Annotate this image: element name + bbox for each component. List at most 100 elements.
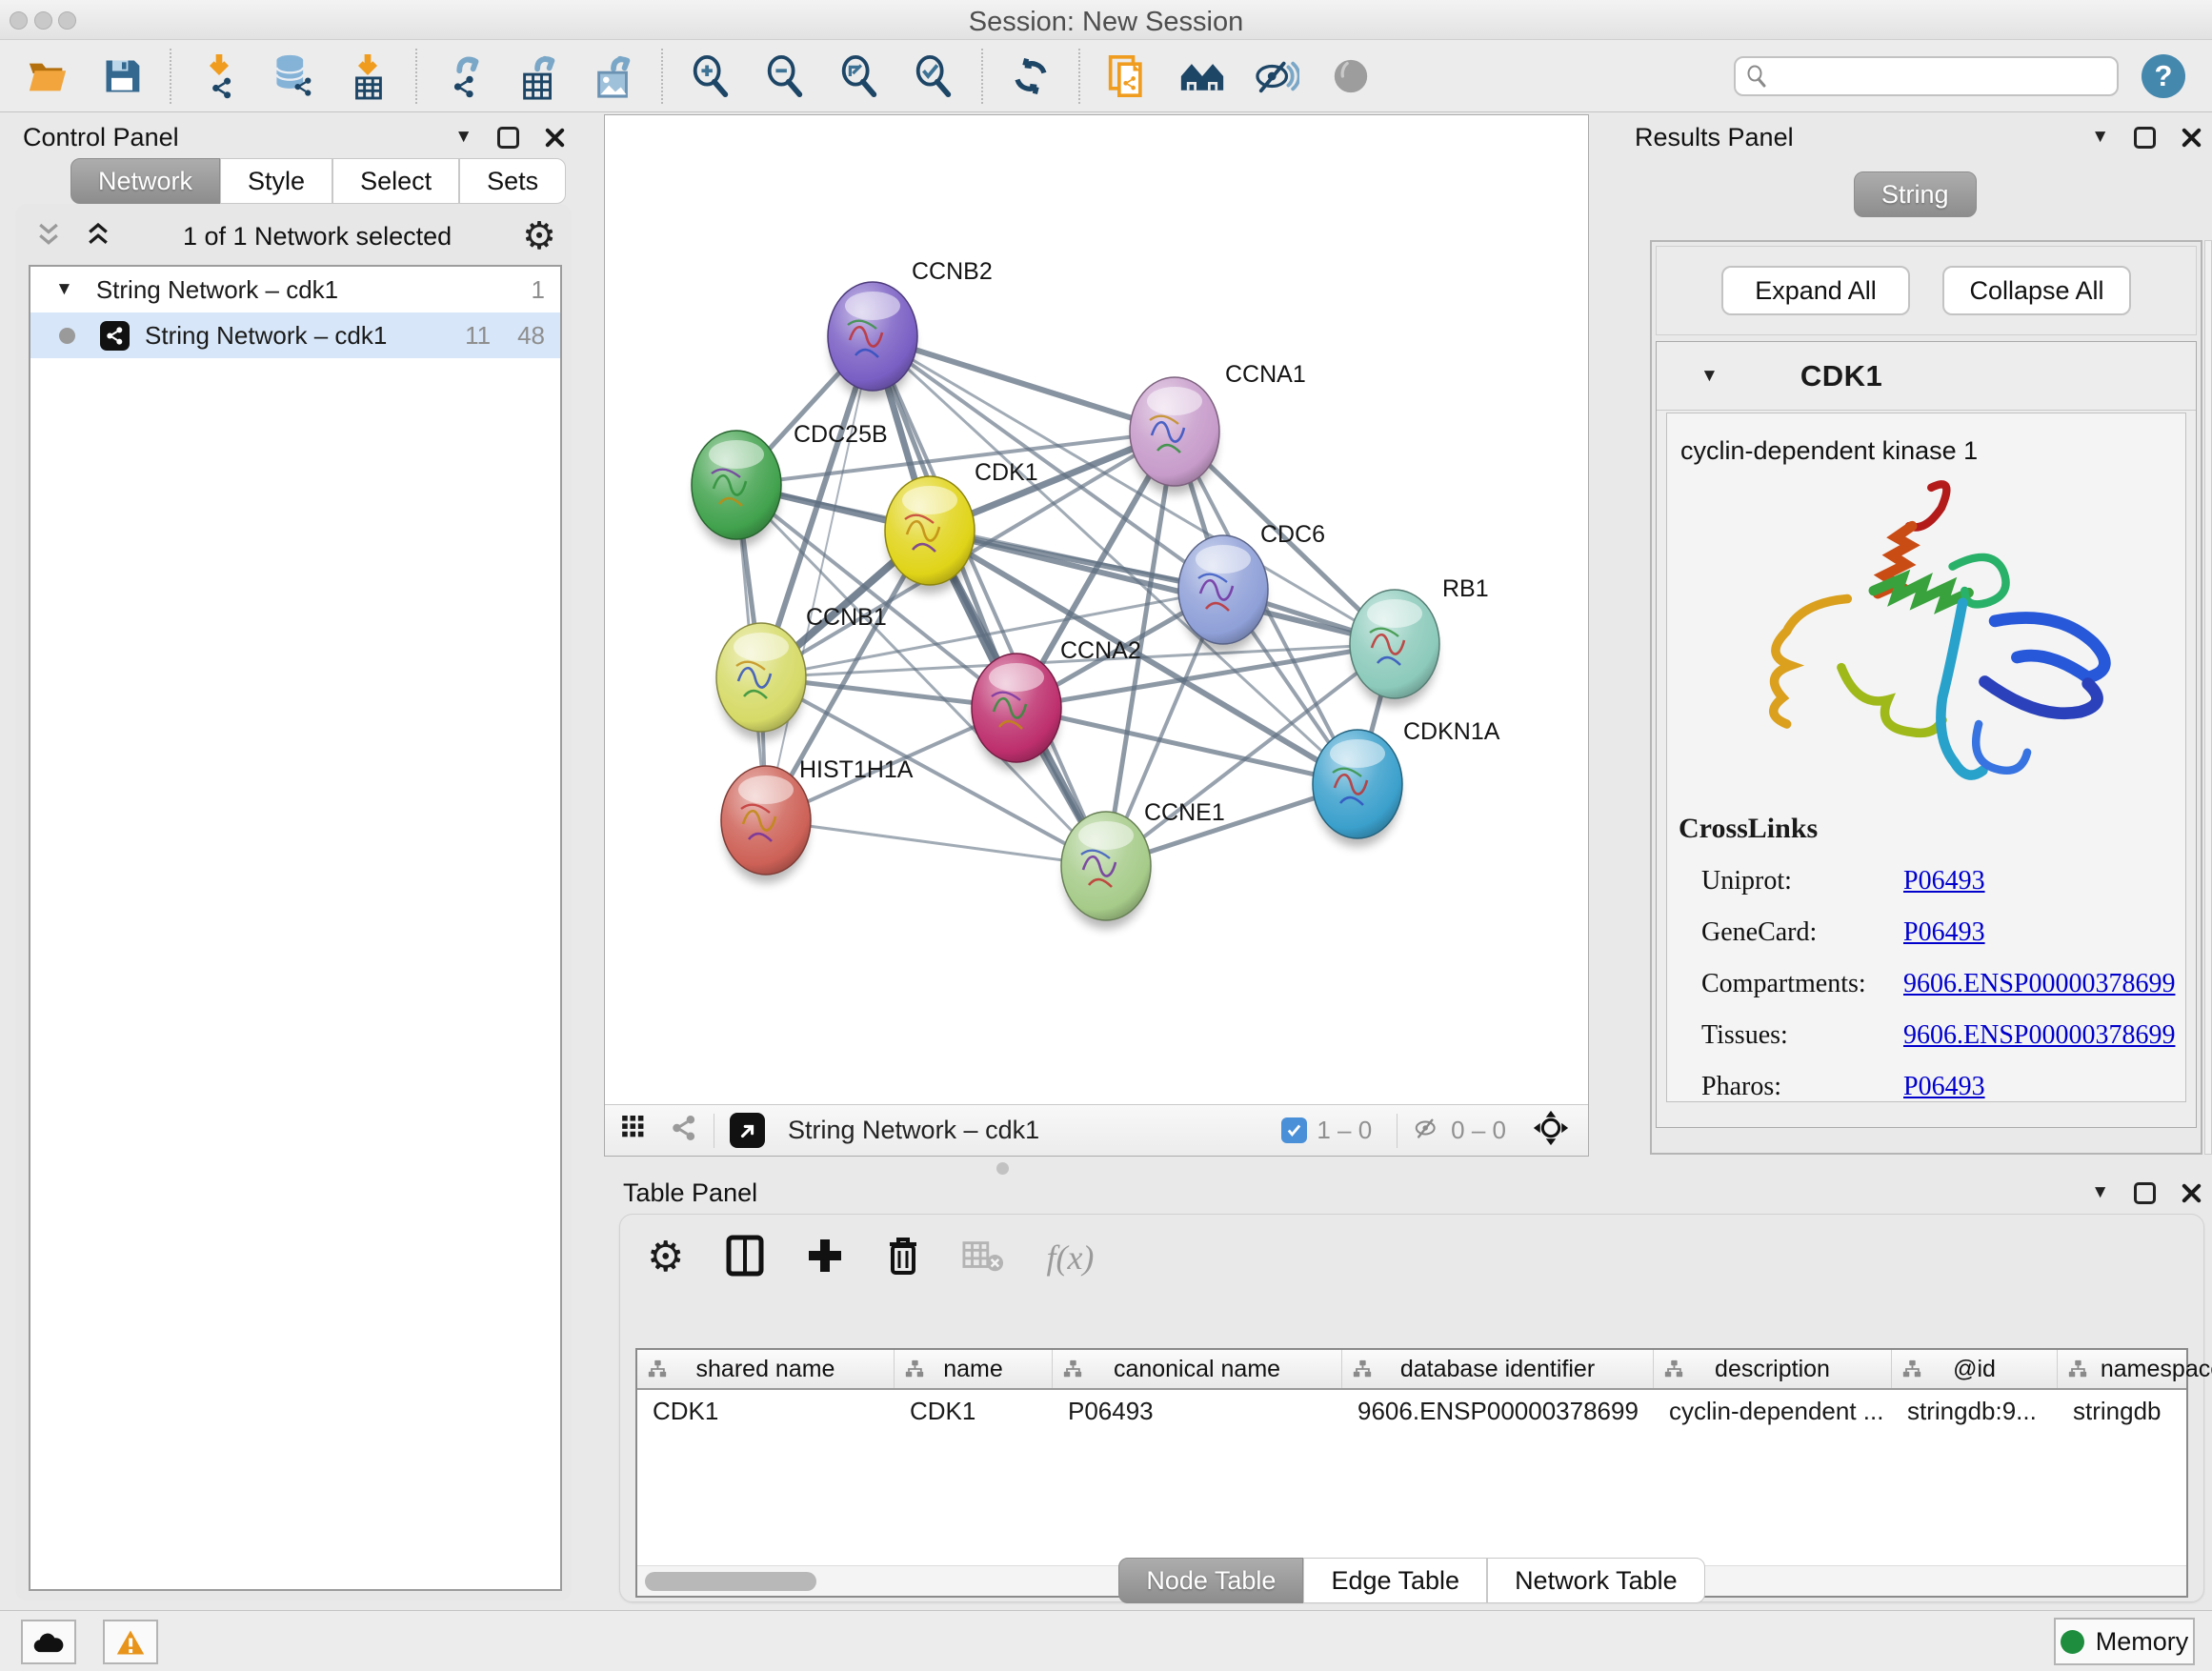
network-edge[interactable] xyxy=(766,820,1106,866)
panel-menu-icon[interactable]: ▼ xyxy=(2091,1182,2109,1203)
import-network-from-file-button[interactable] xyxy=(196,53,242,99)
network-node-CDKN1A[interactable] xyxy=(1313,730,1402,847)
network-edge[interactable] xyxy=(1016,708,1357,784)
network-node-CCNB1[interactable] xyxy=(716,623,806,740)
table-cell[interactable]: stringdb xyxy=(2058,1390,2212,1432)
results-scrollbar[interactable] xyxy=(2204,240,2212,1155)
network-node-CCNB2[interactable] xyxy=(828,282,917,399)
collapse-all-button[interactable]: Collapse All xyxy=(1942,266,2131,315)
show-columns-icon[interactable] xyxy=(726,1235,764,1281)
network-options-gear-icon[interactable]: ⚙ xyxy=(522,217,556,255)
tab-sets[interactable]: Sets xyxy=(459,158,566,204)
collection-expander-icon[interactable]: ▼ xyxy=(55,279,73,300)
network-node-CDC25B[interactable] xyxy=(692,431,781,548)
network-node-CDK1[interactable] xyxy=(885,476,975,594)
network-node-CCNE1[interactable] xyxy=(1061,812,1151,929)
network-node-HIST1H1A[interactable] xyxy=(721,766,811,883)
add-column-icon[interactable] xyxy=(806,1237,844,1279)
column-header-namespace[interactable]: namespace xyxy=(2058,1350,2212,1388)
network-collection-row[interactable]: ▼ String Network – cdk1 1 xyxy=(30,267,560,312)
zoom-out-button[interactable] xyxy=(762,53,808,99)
table-cell[interactable]: CDK1 xyxy=(637,1390,895,1432)
network-node-CCNA1[interactable] xyxy=(1130,377,1219,494)
fit-content-crosshair-icon[interactable] xyxy=(1533,1110,1569,1151)
network-row-selected[interactable]: String Network – cdk1 11 48 xyxy=(30,312,560,358)
panel-float-icon[interactable] xyxy=(497,127,519,149)
column-header-shared-name[interactable]: shared name xyxy=(637,1350,895,1388)
export-network-button[interactable] xyxy=(442,53,488,99)
open-session-button[interactable] xyxy=(25,53,70,99)
crosslink-value-link[interactable]: 9606.ENSP00000378699 xyxy=(1903,1020,2175,1051)
expand-all-button[interactable]: Expand All xyxy=(1721,266,1910,315)
import-table-from-file-button[interactable] xyxy=(345,53,391,99)
table-cell[interactable]: cyclin-dependent ... xyxy=(1654,1390,1892,1432)
save-session-button[interactable] xyxy=(99,53,145,99)
tab-select[interactable]: Select xyxy=(332,158,459,204)
hidden-eye-icon[interactable] xyxy=(1413,1116,1441,1145)
crosslink-value-link[interactable]: P06493 xyxy=(1903,866,1985,896)
tab-string[interactable]: String xyxy=(1854,171,1977,217)
network-edge[interactable] xyxy=(873,336,1175,432)
table-cell[interactable]: CDK1 xyxy=(895,1390,1053,1432)
tab-network-table[interactable]: Network Table xyxy=(1487,1558,1705,1603)
collapse-all-networks-icon[interactable] xyxy=(34,220,63,253)
network-node-CCNA2[interactable] xyxy=(972,654,1061,771)
network-node-CDC6[interactable] xyxy=(1178,535,1268,653)
network-node-RB1[interactable] xyxy=(1350,590,1439,707)
table-cell[interactable]: 9606.ENSP00000378699 xyxy=(1342,1390,1654,1432)
search-bar[interactable] xyxy=(1734,56,2119,96)
panel-float-icon[interactable] xyxy=(2134,127,2156,149)
birds-eye-view-icon[interactable] xyxy=(622,1116,651,1145)
zoom-in-button[interactable] xyxy=(688,53,734,99)
panel-menu-icon[interactable]: ▼ xyxy=(2091,127,2109,148)
crosslink-value-link[interactable]: 9606.ENSP00000378699 xyxy=(1903,969,2175,999)
export-image-button[interactable] xyxy=(591,53,636,99)
panel-close-icon[interactable] xyxy=(2181,127,2202,149)
tab-edge-table[interactable]: Edge Table xyxy=(1303,1558,1487,1603)
hide-enrichment-button[interactable] xyxy=(1254,53,1299,99)
crosslink-value-link[interactable]: P06493 xyxy=(1903,917,1985,948)
column-header-database-identifier[interactable]: database identifier xyxy=(1342,1350,1654,1388)
function-builder-icon[interactable]: f(x) xyxy=(1046,1238,1094,1278)
column-header--id[interactable]: @id xyxy=(1892,1350,2058,1388)
zoom-selected-button[interactable] xyxy=(911,53,956,99)
tab-network[interactable]: Network xyxy=(70,158,220,204)
help-button[interactable]: ? xyxy=(2142,54,2185,98)
refresh-view-button[interactable] xyxy=(1008,53,1054,99)
delete-column-trash-icon[interactable] xyxy=(886,1235,920,1281)
string-home-button[interactable] xyxy=(1179,53,1225,99)
cloud-status-button[interactable] xyxy=(21,1620,76,1664)
tab-node-table[interactable]: Node Table xyxy=(1118,1558,1303,1603)
network-graph[interactable]: CCNB2CCNA1CDC25BCDK1CDC6RB1CCNB1CCNA2HIS… xyxy=(605,115,1588,1104)
import-network-from-database-button[interactable] xyxy=(271,53,316,99)
selected-nodes-checkbox[interactable] xyxy=(1281,1117,1307,1143)
delete-table-icon[interactable] xyxy=(962,1238,1004,1278)
crosslink-value-link[interactable]: P06493 xyxy=(1903,1072,1985,1102)
memory-button[interactable]: Memory xyxy=(2054,1618,2195,1665)
section-expander-icon[interactable]: ▼ xyxy=(1700,366,1719,387)
zoom-fit-button[interactable] xyxy=(836,53,882,99)
panel-close-icon[interactable] xyxy=(2181,1182,2202,1204)
network-share-icon[interactable] xyxy=(670,1114,698,1147)
open-in-new-window-icon[interactable] xyxy=(730,1113,765,1148)
expand-all-networks-icon[interactable] xyxy=(84,220,112,253)
search-input[interactable] xyxy=(1776,61,2107,91)
panel-close-icon[interactable] xyxy=(544,127,566,149)
network-canvas[interactable]: CCNB2CCNA1CDC25BCDK1CDC6RB1CCNB1CCNA2HIS… xyxy=(604,114,1589,1157)
inspector-button[interactable] xyxy=(1328,53,1374,99)
panel-float-icon[interactable] xyxy=(2134,1182,2156,1204)
table-cell[interactable]: stringdb:9... xyxy=(1892,1390,2058,1432)
column-header-description[interactable]: description xyxy=(1654,1350,1892,1388)
tab-style[interactable]: Style xyxy=(220,158,332,204)
gene-section-header[interactable]: ▼ CDK1 xyxy=(1657,342,2196,411)
column-header-name[interactable]: name xyxy=(895,1350,1053,1388)
table-options-gear-icon[interactable]: ⚙ xyxy=(647,1237,684,1278)
network-edge[interactable] xyxy=(873,336,1106,866)
copy-network-button[interactable] xyxy=(1105,53,1151,99)
table-data-row[interactable]: CDK1CDK1P064939606.ENSP00000378699cyclin… xyxy=(637,1390,2186,1432)
panel-menu-icon[interactable]: ▼ xyxy=(454,127,473,148)
warnings-button[interactable] xyxy=(103,1620,158,1664)
export-table-button[interactable] xyxy=(516,53,562,99)
column-header-canonical-name[interactable]: canonical name xyxy=(1053,1350,1342,1388)
table-cell[interactable]: P06493 xyxy=(1053,1390,1342,1432)
